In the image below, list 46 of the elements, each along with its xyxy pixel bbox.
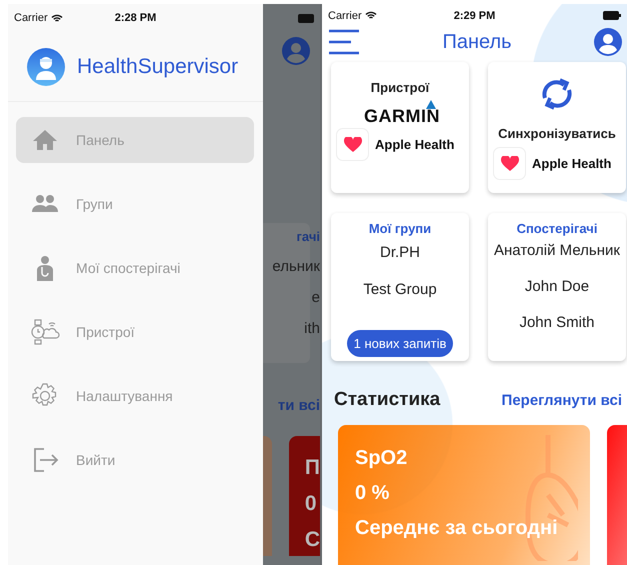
health-app-icon xyxy=(493,147,526,180)
card-title: Мої групи xyxy=(368,221,432,236)
card-item: ith xyxy=(304,320,320,337)
health-app-icon xyxy=(336,128,369,161)
app-name: HealthSupervisor xyxy=(77,54,238,78)
stat-card-text: П xyxy=(304,456,320,480)
app-name: Apple Health xyxy=(532,156,612,171)
watch-cloud-icon xyxy=(30,317,60,347)
group-name[interactable]: Dr.PH xyxy=(380,244,420,261)
battery-icon xyxy=(298,14,316,23)
menu-icon[interactable] xyxy=(328,29,360,56)
groups-card[interactable]: Мої групи Dr.PH Test Group 1 нових запитів xyxy=(331,213,469,361)
wifi-icon xyxy=(364,11,377,20)
stat-card-text: С xyxy=(304,528,320,552)
card-title: гачі xyxy=(296,229,320,244)
stat-value: 0 % xyxy=(355,482,390,505)
doctor-avatar-icon xyxy=(27,48,65,86)
observers-card[interactable]: Спостерігачі Анатолій Мельник John Doe John Smith xyxy=(488,213,626,361)
card-item: ельник xyxy=(272,258,320,275)
status-time: 2:29 PM xyxy=(454,10,496,22)
profile-icon[interactable] xyxy=(594,28,622,56)
stat-title: SpO2 xyxy=(355,447,408,470)
triangle-icon xyxy=(426,100,436,109)
requests-badge[interactable]: 1 нових запитів xyxy=(346,330,454,357)
battery-icon xyxy=(603,11,621,20)
card-title: Пристрої xyxy=(370,80,430,95)
carrier-label: Carrier xyxy=(14,12,63,24)
devices-card[interactable]: Пристрої GARMIN Apple Health xyxy=(331,62,469,193)
wifi-icon xyxy=(50,14,63,22)
view-all-link[interactable]: Переглянути всі xyxy=(502,392,622,408)
stat-card-text: 0 xyxy=(304,492,318,516)
observer-name[interactable]: John Doe xyxy=(524,278,590,295)
observer-name[interactable]: John Smith xyxy=(519,314,595,331)
observer-name[interactable]: Анатолій Мельник xyxy=(494,242,620,259)
carrier-label: Carrier xyxy=(328,10,377,22)
card-title: Синхронізуватись xyxy=(498,126,616,141)
sync-card[interactable]: Синхронізуватись Apple Health xyxy=(488,62,626,193)
group-name[interactable]: Test Group xyxy=(363,281,437,298)
screen-title: Панель xyxy=(442,30,512,54)
stat-caption: Середнє за сьогодні xyxy=(355,517,559,540)
card-title: Спостерігачі xyxy=(516,221,598,236)
status-time: 2:28 PM xyxy=(114,12,156,24)
brand-logo: GARMIN xyxy=(364,106,440,127)
section-title: Статистика xyxy=(334,389,440,411)
app-name: Apple Health xyxy=(375,137,454,152)
card-item: e xyxy=(312,289,320,306)
